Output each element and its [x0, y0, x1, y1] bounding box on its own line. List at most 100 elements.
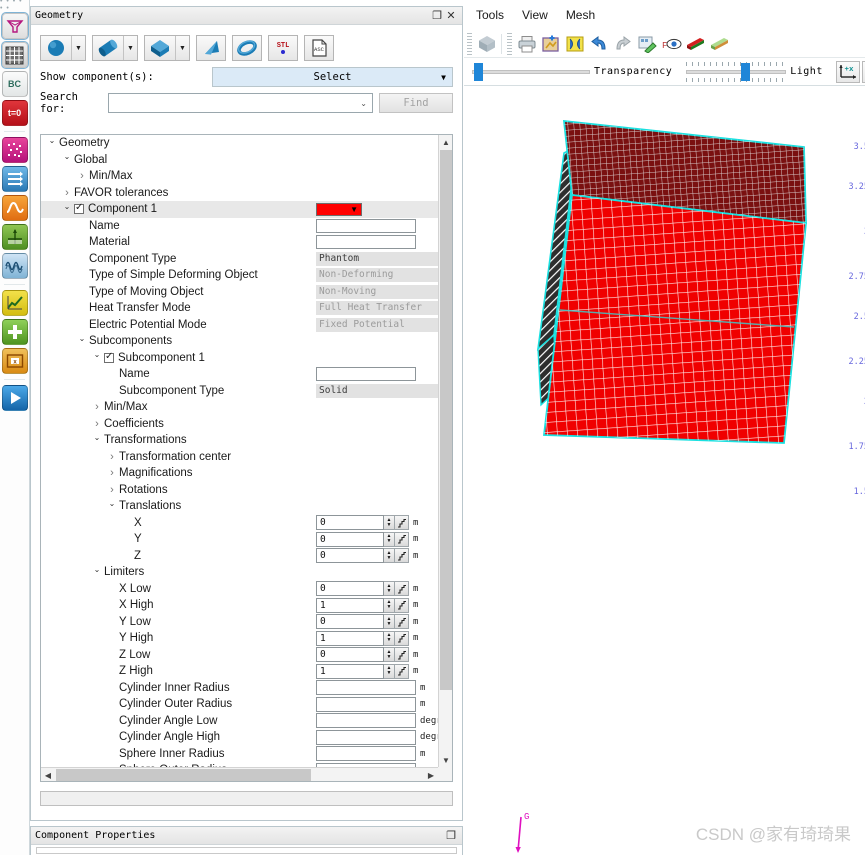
- chevron-down-icon[interactable]: [75, 337, 89, 346]
- favorize-icon[interactable]: [0, 12, 29, 40]
- text-input-row[interactable]: m: [316, 680, 425, 696]
- restore-icon[interactable]: ❐: [430, 9, 444, 22]
- tree-row[interactable]: Subcomponent 1: [41, 350, 438, 367]
- tree-horizontal-thumb[interactable]: [56, 769, 311, 781]
- cylinder-tool[interactable]: ▼: [92, 35, 138, 61]
- chevron-right-icon[interactable]: [105, 451, 119, 463]
- box-dropdown-arrow[interactable]: ▼: [175, 36, 189, 60]
- show-hide-icon[interactable]: F: [659, 33, 683, 55]
- tree-row[interactable]: Geometry: [41, 135, 438, 152]
- text-input[interactable]: [316, 729, 416, 745]
- chevron-down-icon[interactable]: [105, 502, 119, 511]
- scroll-right-icon[interactable]: ▶: [424, 768, 438, 781]
- text-input[interactable]: [316, 680, 416, 696]
- chevron-right-icon[interactable]: [90, 401, 104, 413]
- chevron-down-icon[interactable]: [90, 353, 104, 362]
- tree-row[interactable]: Y High 1 ▲ ▼ m: [41, 630, 438, 647]
- stepper-arrows[interactable]: ▲ ▼: [384, 515, 395, 531]
- tree-row[interactable]: Z Low 0 ▲ ▼ m: [41, 647, 438, 664]
- toolbar-drag-handle-2[interactable]: [507, 32, 512, 55]
- chevron-down-icon[interactable]: ⌄: [360, 99, 367, 108]
- component-color-swatch[interactable]: ▼: [316, 202, 362, 216]
- sphere-dropdown-arrow[interactable]: ▼: [71, 36, 85, 60]
- view-plus-x-button[interactable]: +x: [835, 60, 860, 83]
- tree-row[interactable]: Material: [41, 234, 438, 251]
- search-input[interactable]: ⌄: [108, 93, 373, 113]
- chevron-down-icon[interactable]: [60, 205, 74, 214]
- chevron-down-icon[interactable]: [90, 436, 104, 445]
- tree-row[interactable]: FAVOR tolerances: [41, 185, 438, 202]
- tree-checkbox[interactable]: [74, 202, 84, 215]
- tree-row[interactable]: Z 0 ▲ ▼ m: [41, 548, 438, 565]
- light-knob[interactable]: [741, 62, 751, 81]
- add-snapshot-icon[interactable]: [539, 33, 563, 55]
- tree-row[interactable]: Magnifications: [41, 465, 438, 482]
- function-curve-button[interactable]: [395, 515, 409, 531]
- stepper-arrows[interactable]: ▲ ▼: [384, 647, 395, 663]
- tree-row[interactable]: X 0 ▲ ▼ m: [41, 515, 438, 532]
- ascii-import-tool[interactable]: ASC: [304, 35, 334, 61]
- function-curve-button[interactable]: [395, 548, 409, 564]
- light-slider[interactable]: Light: [684, 59, 825, 85]
- stepper-value[interactable]: 0: [316, 581, 384, 597]
- tree-row[interactable]: Limiters: [41, 564, 438, 581]
- open-volume-icon[interactable]: [707, 33, 731, 55]
- undo-icon[interactable]: [587, 33, 611, 55]
- tree-row[interactable]: Cylinder Inner Radius m: [41, 680, 438, 697]
- find-button[interactable]: Find: [379, 93, 453, 113]
- text-input[interactable]: [316, 713, 416, 729]
- restore-icon[interactable]: ❐: [444, 829, 458, 842]
- function-curve-button[interactable]: [395, 614, 409, 630]
- menu-tools[interactable]: Tools: [476, 8, 504, 22]
- tree-checkbox[interactable]: [104, 351, 114, 363]
- numeric-stepper[interactable]: 0 ▲ ▼ m: [316, 647, 418, 663]
- chevron-right-icon[interactable]: [105, 484, 119, 496]
- tree-row[interactable]: Z High 1 ▲ ▼ m: [41, 663, 438, 680]
- tree-row[interactable]: Component Type Phantom: [41, 251, 438, 268]
- numeric-stepper[interactable]: 0 ▲ ▼ m: [316, 614, 418, 630]
- show-components-select[interactable]: Select ▼: [212, 67, 453, 87]
- analyze-icon[interactable]: [1, 290, 28, 316]
- tree-row[interactable]: X Low 0 ▲ ▼ m: [41, 581, 438, 598]
- stepper-value[interactable]: 1: [316, 597, 384, 613]
- tree-row[interactable]: Min/Max: [41, 399, 438, 416]
- chevron-right-icon[interactable]: [105, 467, 119, 479]
- display-icon[interactable]: [1, 319, 28, 345]
- function-curve-button[interactable]: [395, 531, 409, 547]
- stl-import-tool[interactable]: STL: [268, 35, 298, 61]
- menu-mesh[interactable]: Mesh: [566, 8, 595, 22]
- tree-row[interactable]: Min/Max: [41, 168, 438, 185]
- tree-vertical-thumb[interactable]: [440, 150, 452, 690]
- numeric-stepper[interactable]: 1 ▲ ▼ m: [316, 597, 418, 613]
- stepper-arrows[interactable]: ▲ ▼: [384, 663, 395, 679]
- tree-row[interactable]: Transformations: [41, 432, 438, 449]
- numeric-stepper[interactable]: 1 ▲ ▼ m: [316, 663, 418, 679]
- scroll-up-icon[interactable]: ▲: [439, 135, 452, 149]
- fluids-icon[interactable]: [1, 224, 28, 250]
- transparency-slider[interactable]: Transparency: [470, 59, 674, 85]
- chevron-right-icon[interactable]: [60, 187, 74, 199]
- stepper-arrows[interactable]: ▲ ▼: [384, 531, 395, 547]
- chevron-down-icon[interactable]: [90, 568, 104, 577]
- tree-row[interactable]: Subcomponents: [41, 333, 438, 350]
- print-icon[interactable]: [515, 33, 539, 55]
- tree-row[interactable]: Cylinder Angle Low degree(s): [41, 713, 438, 730]
- tree-row[interactable]: Electric Potential Mode Fixed Potential: [41, 317, 438, 334]
- transparency-track[interactable]: [472, 61, 590, 83]
- tree-row[interactable]: Name: [41, 366, 438, 383]
- initial-conditions-icon[interactable]: t=0: [1, 100, 28, 126]
- light-track[interactable]: [686, 61, 787, 83]
- cone-tool[interactable]: [196, 35, 226, 61]
- menu-view[interactable]: View: [522, 8, 548, 22]
- text-input[interactable]: [316, 746, 416, 762]
- output-icon[interactable]: [1, 137, 28, 163]
- numeric-stepper[interactable]: 0 ▲ ▼ m: [316, 581, 418, 597]
- sphere-tool[interactable]: ▼: [40, 35, 86, 61]
- rail-drag-handle[interactable]: • • • • • •: [0, 0, 29, 12]
- function-curve-button[interactable]: [395, 647, 409, 663]
- stepper-value[interactable]: 1: [316, 663, 384, 679]
- stepper-value[interactable]: 1: [316, 630, 384, 646]
- geometry-3d-box[interactable]: [494, 105, 834, 445]
- chevron-right-icon[interactable]: [75, 170, 89, 182]
- tree-row[interactable]: Y 0 ▲ ▼ m: [41, 531, 438, 548]
